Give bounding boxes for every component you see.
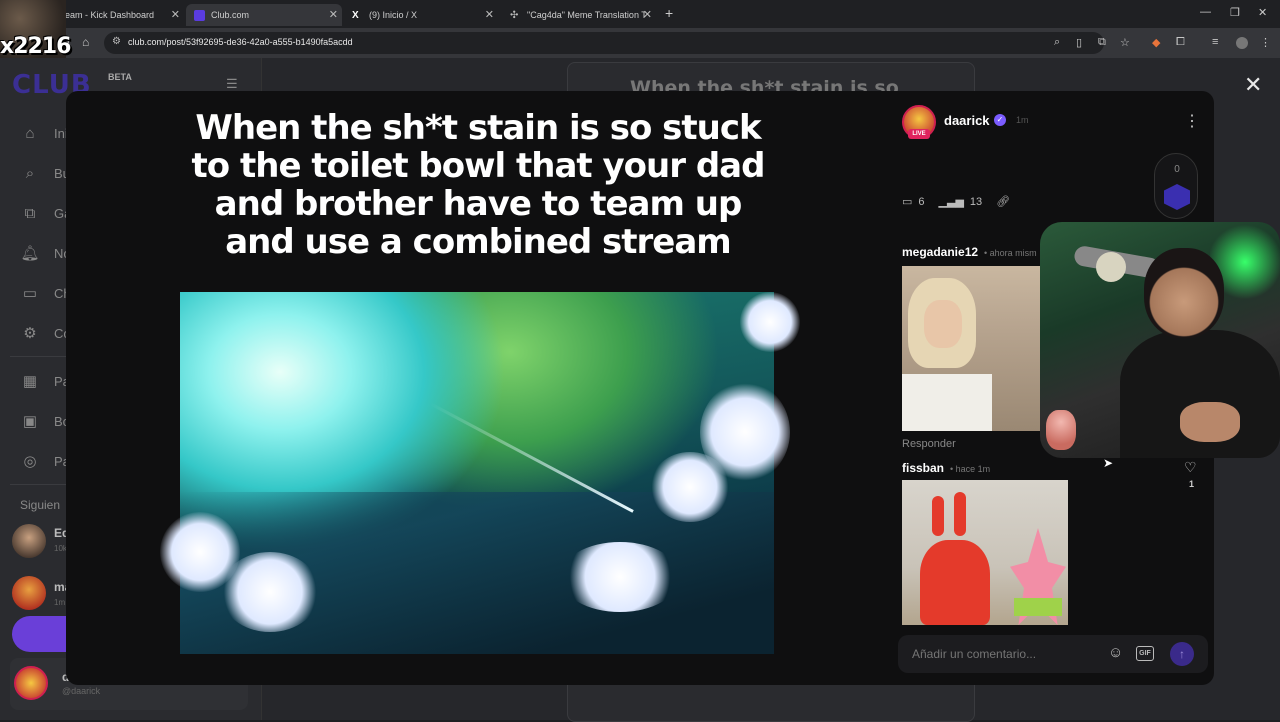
- browser-tab-bar: ream - Kick Dashboard ✕ Club.com ✕ X (9)…: [0, 0, 1280, 28]
- minimize-icon[interactable]: —: [1200, 6, 1211, 18]
- close-modal-icon[interactable]: ✕: [1244, 72, 1262, 98]
- tab-meme-translation[interactable]: ✣ "Cag4da" Meme Translation To ✕: [502, 4, 656, 26]
- profile-avatar[interactable]: [1236, 37, 1248, 49]
- share-link-icon[interactable]: 🔗︎: [996, 195, 1010, 208]
- send-button[interactable]: ↑: [1170, 642, 1194, 666]
- meme-smoke: [560, 542, 680, 612]
- tab-search-icon[interactable]: ≡: [1212, 36, 1218, 48]
- x-logo-icon: X: [352, 9, 359, 21]
- extensions-icon[interactable]: ⧠: [1176, 36, 1185, 49]
- avatar[interactable]: [12, 524, 46, 558]
- new-tab-icon[interactable]: +: [665, 5, 673, 21]
- webcam-person: [1180, 402, 1240, 442]
- comment-composer: ☺ GIF ↑: [898, 635, 1208, 673]
- gear-icon: ⚙: [23, 325, 37, 342]
- home-icon[interactable]: ⌂: [82, 35, 89, 49]
- meme-smoke: [740, 292, 800, 352]
- close-icon[interactable]: ✕: [643, 8, 652, 21]
- like-count: 1: [1189, 479, 1195, 489]
- comment-time: • hace 1m: [950, 464, 991, 474]
- window-close-icon[interactable]: ✕: [1258, 6, 1267, 19]
- gif-figure: [902, 374, 992, 431]
- close-icon[interactable]: ✕: [329, 8, 338, 21]
- comments-count: 6: [918, 195, 925, 208]
- tab-title: (9) Inicio / X: [369, 10, 418, 20]
- following-sub: 10k: [54, 544, 67, 553]
- site-settings-icon[interactable]: ⚙: [112, 36, 121, 47]
- chatgpt-icon: ✣: [510, 9, 519, 21]
- address-bar: ↻ ⌂ ⚙ club.com/post/53f92695-de36-42a0-a…: [0, 28, 1280, 58]
- webcam-person: [1144, 248, 1224, 338]
- bookmark-star-icon[interactable]: ☆: [1120, 36, 1130, 49]
- tab-title: "Cag4da" Meme Translation To: [527, 10, 645, 20]
- comment-gif: [902, 480, 1068, 625]
- gif-figure: [920, 540, 990, 625]
- meme-caption: When the sh*t stain is so stuck to the t…: [191, 108, 766, 262]
- emoji-icon[interactable]: ☺: [1108, 644, 1123, 661]
- mouse-cursor-icon: ➤: [1103, 456, 1114, 470]
- gif-figure: [1014, 598, 1062, 616]
- meme-image: [160, 292, 800, 654]
- avatar[interactable]: [12, 576, 46, 610]
- gif-figure: [932, 496, 944, 536]
- level-badge[interactable]: 0: [1154, 153, 1198, 219]
- webcam-microphone: [1096, 252, 1126, 282]
- cast-icon[interactable]: ⧉: [1098, 36, 1106, 49]
- menu-icon[interactable]: ⋮: [1260, 36, 1271, 49]
- comment-time: • ahora mism: [984, 248, 1037, 258]
- tab-club[interactable]: Club.com ✕: [186, 4, 342, 26]
- comment-username[interactable]: fissban: [902, 461, 944, 475]
- extension-fox-icon[interactable]: ◆: [1152, 36, 1160, 49]
- zoom-icon[interactable]: ⌕: [1054, 36, 1060, 49]
- chat-icon: ▭: [22, 285, 38, 302]
- club-favicon-icon: [194, 9, 205, 21]
- url-text[interactable]: club.com/post/53f92695-de36-42a0-a555-b1…: [128, 37, 353, 47]
- bookmark-icon: ▣: [22, 413, 38, 430]
- gif-button[interactable]: GIF: [1136, 646, 1154, 661]
- home-icon: ⌂: [25, 124, 35, 142]
- page-icon[interactable]: ▯: [1076, 36, 1082, 49]
- reply-button[interactable]: Responder: [902, 438, 956, 450]
- views-count: 13: [969, 195, 983, 208]
- gif-figure: [924, 300, 962, 348]
- close-icon[interactable]: ✕: [171, 8, 180, 21]
- meme-smoke: [650, 452, 730, 522]
- post-time: 1m: [1016, 115, 1029, 125]
- coin-icon: ◎: [23, 453, 37, 470]
- more-options-icon[interactable]: ⋮: [1184, 111, 1200, 131]
- tab-title: Club.com: [211, 10, 250, 20]
- live-badge: LIVE: [908, 129, 930, 139]
- current-user-handle: @daarick: [62, 686, 101, 696]
- post-stats: ▭ 6 ▁▃▅ 13 🔗︎: [902, 195, 1016, 209]
- omnibox[interactable]: ⚙ club.com/post/53f92695-de36-42a0-a555-…: [104, 32, 1104, 54]
- comment-input[interactable]: [912, 647, 1102, 661]
- comment-icon[interactable]: ▭: [902, 195, 912, 208]
- grid-icon: ▦: [22, 373, 38, 390]
- bell-icon: 🔔︎: [20, 245, 40, 262]
- combo-counter: x2216: [0, 34, 71, 59]
- comment-gif: [902, 266, 1040, 431]
- overlay-character-sticker: [1046, 410, 1076, 450]
- hexagon-level-icon: [1164, 184, 1190, 210]
- author-name[interactable]: daarick: [944, 113, 990, 128]
- tab-title: ream - Kick Dashboard: [62, 10, 155, 20]
- close-icon[interactable]: ✕: [485, 8, 494, 21]
- tab-x-inicio[interactable]: X (9) Inicio / X ✕: [344, 4, 498, 26]
- streamer-webcam: [1040, 222, 1280, 458]
- hamburger-icon[interactable]: ☰: [226, 76, 238, 92]
- gallery-icon: ⧉: [24, 204, 36, 222]
- views-icon: ▁▃▅: [938, 196, 964, 208]
- following-sub: 1m: [54, 598, 66, 607]
- like-heart-icon[interactable]: ♡: [1184, 459, 1197, 476]
- gif-figure: [954, 492, 966, 536]
- verified-icon: ✓: [994, 114, 1006, 126]
- meme-smoke: [220, 552, 320, 632]
- maximize-icon[interactable]: ❐: [1230, 6, 1240, 19]
- comment-username[interactable]: megadanie12: [902, 245, 978, 259]
- beta-badge: BETA: [108, 72, 132, 82]
- level-number: 0: [1174, 164, 1180, 175]
- search-icon: ⌕: [25, 164, 35, 182]
- following-heading: Siguien: [20, 498, 61, 512]
- avatar: [14, 666, 48, 700]
